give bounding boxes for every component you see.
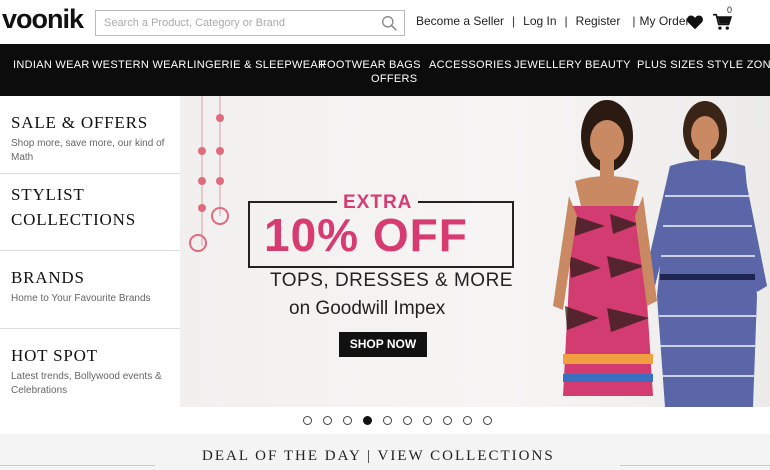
- divider: [620, 465, 770, 466]
- carousel-dot-3[interactable]: [343, 416, 352, 425]
- header-links: Become a Seller | Log In | Register | My…: [416, 14, 696, 28]
- search-icon[interactable]: [381, 15, 398, 32]
- cart-count-badge: 0: [727, 5, 733, 15]
- carousel-dot-9[interactable]: [463, 416, 472, 425]
- carousel-dot-6[interactable]: [403, 416, 412, 425]
- carousel-dot-10[interactable]: [483, 416, 492, 425]
- sidebar-item-stylist-collections[interactable]: STYLIST COLLECTIONS: [0, 174, 180, 251]
- nav-item-lingerie-sleepwear[interactable]: LINGERIE & SLEEPWEAR: [187, 58, 326, 72]
- shopping-cart-icon[interactable]: [712, 13, 732, 31]
- offer-discount: 10% OFF: [264, 209, 468, 261]
- nav-item-western-wear[interactable]: WESTERN WEAR: [92, 58, 187, 72]
- hanging-ornaments-decoration: [189, 96, 229, 252]
- nav-item-indian-wear[interactable]: INDIAN WEAR: [13, 58, 90, 72]
- sidebar-item-subtitle: Home to Your Favourite Brands: [11, 293, 151, 304]
- category-nav: INDIAN WEAR WESTERN WEAR LINGERIE & SLEE…: [0, 44, 770, 96]
- become-seller-link[interactable]: Become a Seller: [416, 14, 504, 28]
- sidebar: SALE & OFFERS Shop more, save more, our …: [0, 96, 180, 407]
- sidebar-item-title: SALE & OFFERS: [11, 113, 148, 132]
- carousel-dot-1[interactable]: [303, 416, 312, 425]
- separator: |: [632, 14, 636, 28]
- separator: |: [512, 14, 516, 28]
- shop-now-button[interactable]: SHOP NOW: [339, 332, 427, 357]
- nav-item-bags[interactable]: BAGS: [389, 58, 421, 72]
- wishlist-heart-icon[interactable]: [686, 14, 704, 30]
- sidebar-item-title: HOT SPOT: [11, 346, 98, 365]
- banner-models-image: [553, 100, 767, 407]
- login-link[interactable]: Log In: [523, 14, 556, 28]
- carousel-dot-2[interactable]: [323, 416, 332, 425]
- nav-item-style-zone[interactable]: STYLE ZONE: [707, 58, 770, 72]
- nav-item-jewellery[interactable]: JEWELLERY: [514, 58, 582, 72]
- search-bar: [95, 10, 405, 36]
- sidebar-item-title: BRANDS: [11, 268, 85, 287]
- nav-item-beauty[interactable]: BEAUTY: [585, 58, 631, 72]
- carousel-dot-5[interactable]: [383, 416, 392, 425]
- carousel-dot-7[interactable]: [423, 416, 432, 425]
- sidebar-item-subtitle: Latest trends, Bollywood events & Celebr…: [11, 371, 162, 396]
- sidebar-item-hot-spot[interactable]: HOT SPOT Latest trends, Bollywood events…: [0, 329, 180, 407]
- separator: |: [564, 14, 568, 28]
- offer-brand-text: on Goodwill Impex: [289, 298, 446, 319]
- sidebar-item-title: STYLIST COLLECTIONS: [11, 185, 136, 229]
- nav-item-accessories[interactable]: ACCESSORIES: [429, 58, 512, 72]
- deal-of-the-day-heading[interactable]: DEAL OF THE DAY | VIEW COLLECTIONS: [202, 448, 555, 465]
- offer-items-text: TOPS, DRESSES & MORE: [270, 270, 513, 291]
- voonik-logo[interactable]: voonik: [2, 4, 84, 35]
- site-header: voonik Become a Seller | Log In | Regist…: [0, 0, 770, 44]
- carousel-dots: [303, 416, 492, 425]
- sidebar-item-brands[interactable]: BRANDS Home to Your Favourite Brands: [0, 251, 180, 329]
- nav-item-plus-sizes[interactable]: PLUS SIZES: [637, 58, 704, 72]
- search-input[interactable]: [96, 11, 366, 35]
- register-link[interactable]: Register: [576, 14, 621, 28]
- nav-item-footwear[interactable]: FOOTWEAR: [320, 58, 386, 72]
- carousel-dot-4[interactable]: [363, 416, 372, 425]
- sidebar-item-sale-offers[interactable]: SALE & OFFERS Shop more, save more, our …: [0, 110, 180, 174]
- nav-item-offers[interactable]: OFFERS: [371, 72, 417, 86]
- divider: [0, 465, 155, 466]
- sidebar-item-subtitle: Shop more, save more, our kind of Math: [11, 138, 165, 163]
- carousel-dot-8[interactable]: [443, 416, 452, 425]
- hero-banner[interactable]: EXTRA 10% OFF TOPS, DRESSES & MORE on Go…: [180, 96, 770, 407]
